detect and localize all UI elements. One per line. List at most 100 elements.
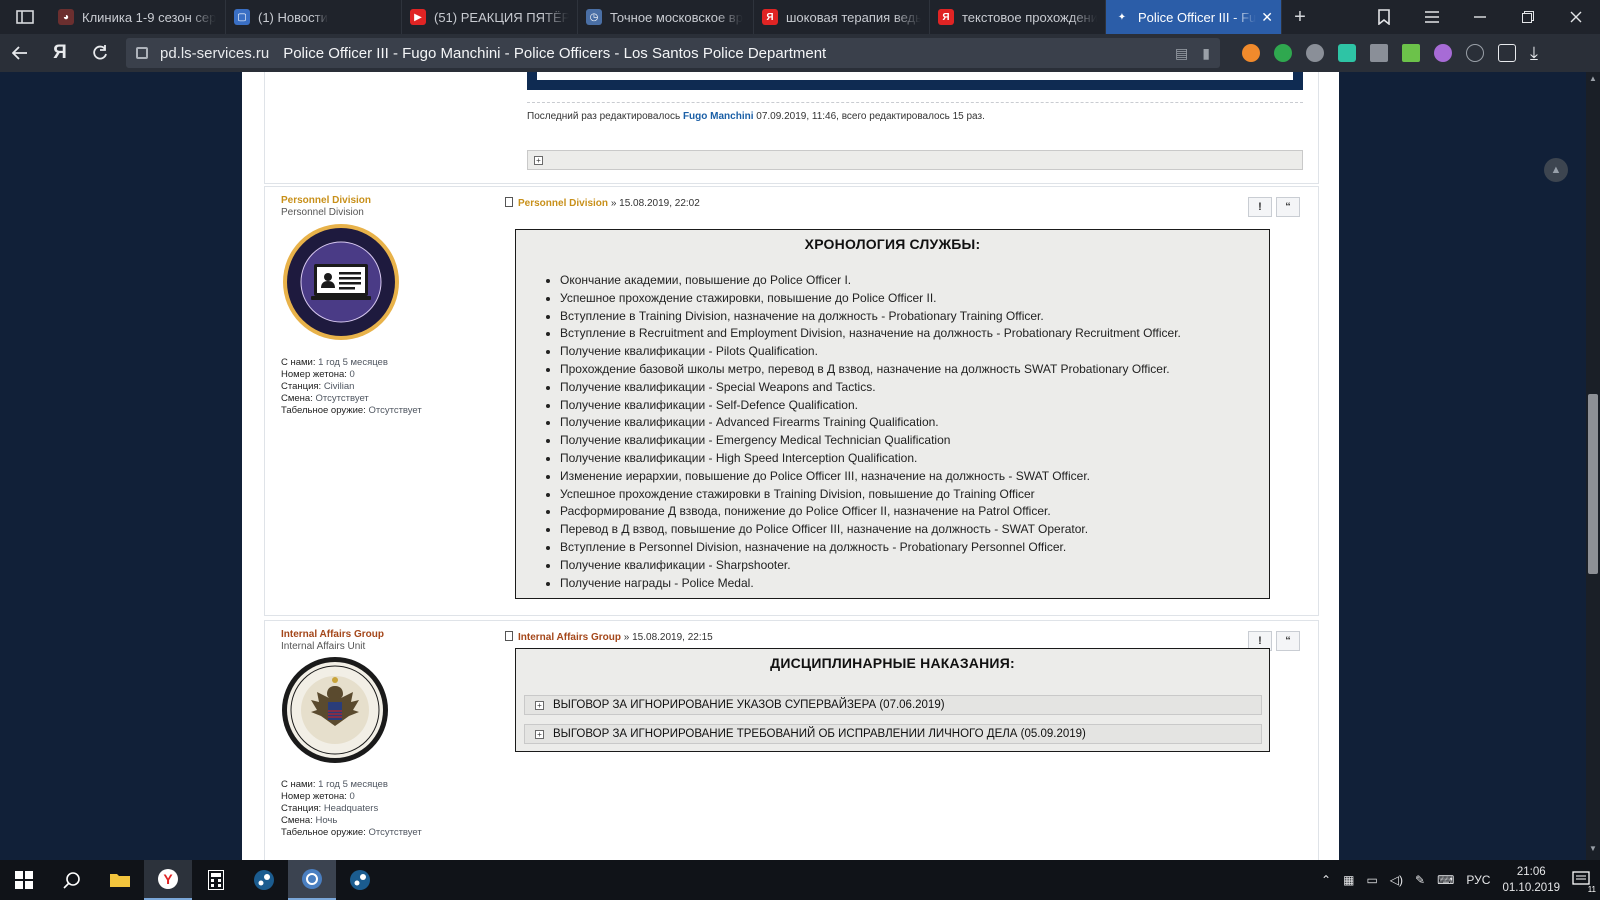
browser-tab[interactable]: ▶ (51) РЕАКЦИЯ ПЯТЁРК: [402, 0, 578, 34]
browser-tab[interactable]: ◕ Клиника 1-9 сезон сер: [50, 0, 226, 34]
display-icon[interactable]: ▭: [1366, 873, 1377, 887]
menu-icon[interactable]: [1408, 0, 1456, 34]
back-button[interactable]: [0, 34, 40, 72]
scroll-down-arrow-icon[interactable]: ▼: [1586, 844, 1600, 858]
avatar: [281, 222, 501, 347]
steam-button[interactable]: [336, 860, 384, 900]
notifications-button[interactable]: 11: [1572, 870, 1596, 894]
browser-tab[interactable]: ◷ Точное московское вр: [578, 0, 754, 34]
stat-row: Смена: Ночь: [281, 815, 338, 826]
disciplinary-spoiler[interactable]: + ВЫГОВОР ЗА ИГНОРИРОВАНИЕ УКАЗОВ СУПЕРВ…: [524, 695, 1262, 715]
chronology-item: Вступление в Training Division, назначен…: [560, 308, 1269, 326]
calculator-button[interactable]: [192, 860, 240, 900]
stat-row: Станция: Headquaters: [281, 803, 379, 814]
chevron-up-icon[interactable]: ⌃: [1321, 873, 1331, 887]
feather-icon[interactable]: [1434, 44, 1452, 62]
language-indicator[interactable]: РУС: [1466, 873, 1490, 887]
disciplinary-spoiler[interactable]: + ВЫГОВОР ЗА ИГНОРИРОВАНИЕ ТРЕБОВАНИЙ ОБ…: [524, 724, 1262, 744]
calculator-icon: [208, 870, 224, 890]
system-tray: ⌃ ▦ ▭ ◁) ✎ ⌨ РУС 21:06 01.10.2019 11: [1321, 864, 1600, 896]
chronology-item: Получение квалификации - Self-Defence Qu…: [560, 397, 1269, 415]
reload-button[interactable]: [80, 34, 120, 72]
shield-icon[interactable]: [1274, 44, 1292, 62]
close-tab-icon[interactable]: ✕: [1261, 9, 1273, 26]
url-page-title: Police Officer III - Fugo Manchini - Pol…: [283, 44, 827, 62]
collapsed-spoiler[interactable]: +: [527, 150, 1303, 170]
username[interactable]: Personnel Division: [281, 195, 501, 206]
expand-icon[interactable]: +: [535, 701, 544, 710]
url-field[interactable]: pd.ls-services.ru Police Officer III - F…: [126, 38, 1220, 68]
bookmarks-icon[interactable]: [1360, 0, 1408, 34]
forum-post: Personnel Division Personnel Division С …: [264, 186, 1319, 616]
browser-tab[interactable]: Ятекстовое прохождени: [930, 0, 1106, 34]
extension-icon[interactable]: [1466, 44, 1484, 62]
stat-row: С нами: 1 год 5 месяцев: [281, 779, 388, 790]
tab-favicon-icon: ▢: [234, 9, 250, 25]
yandex-browser-button[interactable]: Y: [144, 860, 192, 900]
page-scrollbar[interactable]: ▲ ▼: [1586, 72, 1600, 860]
sidebar-toggle-button[interactable]: [0, 0, 50, 34]
minimize-button[interactable]: [1456, 0, 1504, 34]
chronology-item: Получение квалификации - High Speed Inte…: [560, 450, 1269, 468]
report-button[interactable]: !: [1248, 197, 1272, 217]
steam-button[interactable]: [240, 860, 288, 900]
quote-button[interactable]: “: [1276, 197, 1300, 217]
chronology-item: Успешное прохождение стажировки, повышен…: [560, 290, 1269, 308]
user-rank: Personnel Division: [281, 207, 364, 218]
extension-icon[interactable]: [1498, 44, 1516, 62]
keyboard-icon[interactable]: ⌨: [1437, 873, 1454, 887]
expand-icon[interactable]: +: [534, 156, 543, 165]
chronology-item: Получение квалификации - Emergency Medic…: [560, 432, 1269, 450]
volume-icon[interactable]: ◁): [1390, 873, 1403, 887]
sidebar-icon: [16, 10, 34, 24]
scroll-up-arrow-icon[interactable]: ▲: [1586, 74, 1600, 88]
edit-notice-author[interactable]: Fugo Manchini: [683, 111, 754, 122]
chronology-item: Вступление в Recruitment and Employment …: [560, 325, 1269, 343]
browser-tab[interactable]: ▢ (1) Новости: [226, 0, 402, 34]
internal-affairs-seal-icon: [282, 657, 388, 763]
yandex-button[interactable]: Я: [40, 34, 80, 72]
post-buttons: ! “: [1248, 197, 1300, 217]
download-icon[interactable]: [1370, 44, 1388, 62]
quote-button[interactable]: “: [1276, 631, 1300, 651]
stat-row: Номер жетона: 0: [281, 791, 355, 802]
tab-favicon-icon: ◷: [586, 9, 602, 25]
browser-tab[interactable]: ✦ Police Officer III - Fu ✕: [1106, 0, 1282, 34]
scroll-to-top-button[interactable]: ▲: [1544, 158, 1568, 182]
restore-button[interactable]: [1504, 0, 1552, 34]
network-icon[interactable]: ▦: [1343, 873, 1354, 887]
search-button[interactable]: [48, 860, 96, 900]
disciplinary-box: ДИСЦИПЛИНАРНЫЕ НАКАЗАНИЯ: + ВЫГОВОР ЗА И…: [515, 648, 1270, 752]
scrollbar-thumb[interactable]: [1588, 394, 1598, 574]
downloads-icon[interactable]: ⤓: [1530, 43, 1538, 64]
post-author-link[interactable]: Personnel Division: [518, 198, 608, 209]
pen-icon[interactable]: ✎: [1415, 873, 1425, 887]
extension-icon[interactable]: [1242, 44, 1260, 62]
post-author-link[interactable]: Internal Affairs Group: [518, 632, 621, 643]
user-stats: С нами: 1 год 5 месяцев Номер жетона: 0 …: [281, 357, 501, 417]
file-explorer-button[interactable]: [96, 860, 144, 900]
clock[interactable]: 21:06 01.10.2019: [1502, 864, 1560, 896]
tab-favicon-icon: ◕: [58, 9, 74, 25]
browser-tab[interactable]: Яшоковая терапия ведь: [754, 0, 930, 34]
close-window-button[interactable]: [1552, 0, 1600, 34]
expand-icon[interactable]: +: [535, 730, 544, 739]
download-icon[interactable]: [1402, 44, 1420, 62]
tab-bar: ◕ Клиника 1-9 сезон сер ▢ (1) Новости ▶ (51) …: [0, 0, 1600, 34]
start-button[interactable]: [0, 860, 48, 900]
chronology-list: Окончание академии, повышение до Police …: [516, 272, 1269, 592]
extension-icon[interactable]: [1306, 44, 1324, 62]
post-icon: [505, 631, 513, 641]
username[interactable]: Internal Affairs Group: [281, 629, 501, 640]
extension-icon[interactable]: [1338, 44, 1356, 62]
reader-mode-icon[interactable]: ▤: [1175, 45, 1188, 62]
bookmark-icon[interactable]: ▮: [1202, 45, 1210, 62]
box-title: ДИСЦИПЛИНАРНЫЕ НАКАЗАНИЯ:: [770, 655, 1015, 671]
new-tab-button[interactable]: +: [1282, 0, 1318, 34]
user-rank: Internal Affairs Unit: [281, 641, 366, 652]
personnel-division-seal-icon: [283, 224, 399, 340]
disciplinary-item-label: ВЫГОВОР ЗА ИГНОРИРОВАНИЕ УКАЗОВ СУПЕРВАЙ…: [553, 699, 945, 711]
notification-count: 11: [1587, 884, 1596, 894]
chronology-item: Получение квалификации - Pilots Qualific…: [560, 343, 1269, 361]
app-button[interactable]: [288, 860, 336, 900]
